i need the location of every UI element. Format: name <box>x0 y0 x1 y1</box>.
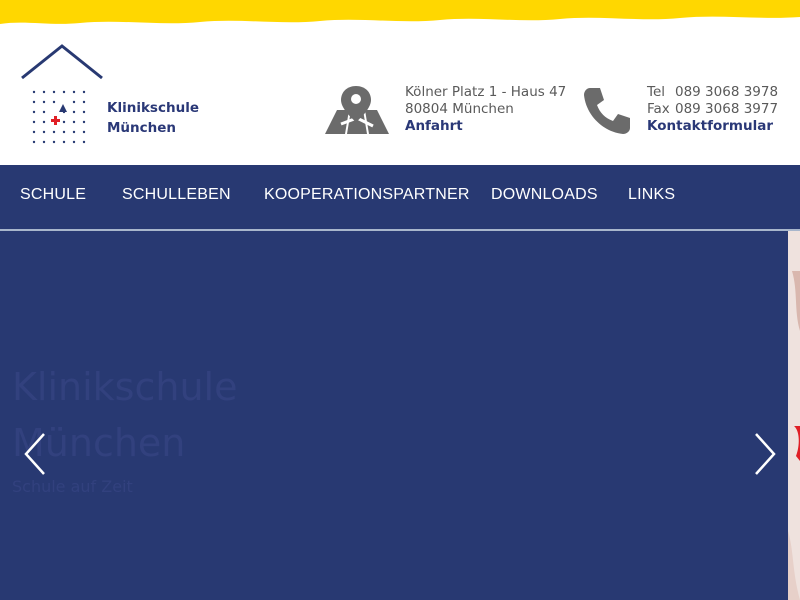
top-accent-bar <box>0 0 800 28</box>
house-dots-logo-icon <box>21 44 103 144</box>
slider-prev-button[interactable] <box>16 426 56 486</box>
address-line1: Kölner Platz 1 - Haus 47 <box>405 84 567 100</box>
address-block: Kölner Platz 1 - Haus 47 80804 München A… <box>405 84 566 135</box>
nav-item-schulleben[interactable]: SCHULLEBEN <box>122 186 231 204</box>
contact-form-link[interactable]: Kontaktformular <box>647 118 778 135</box>
main-navigation: SCHULE SCHULLEBEN KOOPERATIONSPARTNER DO… <box>0 165 800 231</box>
chevron-right-icon <box>755 433 776 475</box>
hero-photo-edge <box>788 231 800 600</box>
hero-slider: Klinikschule München Schule auf Zeit <box>0 231 800 600</box>
yellow-brush-stroke <box>0 0 800 24</box>
nav-item-downloads[interactable]: DOWNLOADS <box>491 186 598 204</box>
tel-label: Tel <box>647 84 666 100</box>
directions-link[interactable]: Anfahrt <box>405 118 566 135</box>
site-logo[interactable]: Klinikschule München <box>20 44 200 152</box>
logo-line2: München <box>107 120 177 136</box>
contact-block: Tel 089 3068 3978 Fax 089 3068 3977 Kontak… <box>647 84 778 135</box>
nav-item-links[interactable]: LINKS <box>628 186 675 204</box>
map-pin-icon <box>321 84 391 136</box>
hero-title-line1: Klinikschule <box>12 365 238 409</box>
fax-number: 089 3068 3977 <box>675 101 779 117</box>
fax-row: Fax 089 3068 3977 <box>647 101 778 118</box>
fax-label: Fax <box>647 101 670 117</box>
phone-icon <box>582 84 634 136</box>
site-header: Klinikschule München Kölner Platz 1 - Ha… <box>0 28 800 165</box>
tel-row: Tel 089 3068 3978 <box>647 84 778 101</box>
logo-line1: Klinikschule <box>107 100 199 116</box>
nav-item-schule[interactable]: SCHULE <box>20 186 86 204</box>
logo-text: Klinikschule München <box>107 98 199 138</box>
slider-next-button[interactable] <box>744 426 784 486</box>
nav-item-kooperationspartner[interactable]: KOOPERATIONSPARTNER <box>264 186 470 204</box>
tel-number[interactable]: 089 3068 3978 <box>675 84 778 100</box>
address-line2: 80804 München <box>405 101 514 117</box>
chevron-left-icon <box>24 433 45 475</box>
